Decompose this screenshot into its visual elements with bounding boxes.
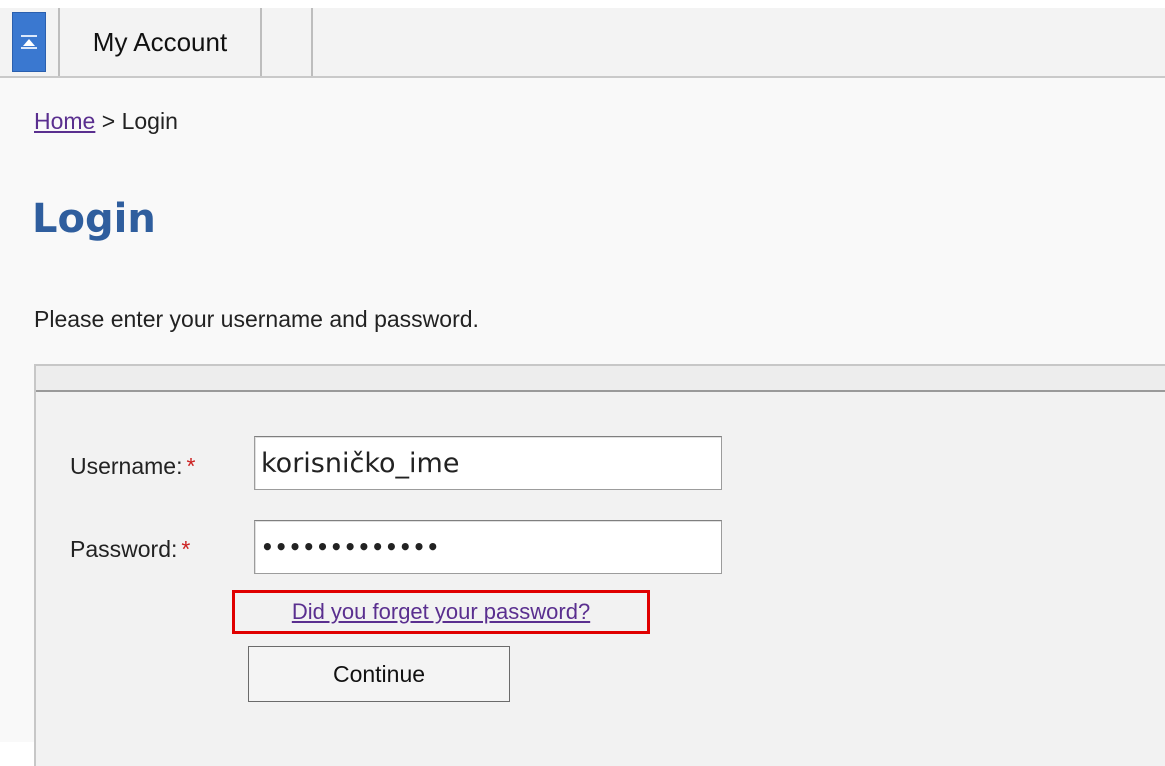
continue-button[interactable]: Continue: [248, 646, 510, 702]
window-icon[interactable]: [12, 12, 46, 72]
required-marker: *: [181, 536, 191, 562]
login-form-panel: Username: * korisničko_ime Password: * •••…: [34, 364, 1165, 766]
tab-my-account[interactable]: My Account: [60, 8, 260, 76]
breadcrumb-separator: >: [101, 108, 116, 134]
breadcrumb-current: Login: [121, 108, 178, 134]
breadcrumb-home-link[interactable]: Home: [34, 108, 95, 134]
username-value: korisničko_ime: [261, 447, 460, 479]
password-label: Password: *: [70, 536, 190, 563]
password-value: •••••••••••••: [261, 535, 441, 559]
forgot-password-link[interactable]: Did you forget your password?: [232, 590, 650, 634]
tab-divider: [260, 8, 262, 76]
password-input[interactable]: •••••••••••••: [254, 520, 722, 574]
breadcrumb: Home > Login: [34, 108, 178, 135]
password-label-text: Password:: [70, 536, 178, 562]
tab-divider: [311, 8, 313, 76]
username-label: Username: *: [70, 453, 195, 480]
window-icon-glyph: [21, 35, 37, 49]
login-instructions: Please enter your username and password.: [34, 306, 479, 332]
page-title: Login: [32, 196, 156, 242]
form-panel-header: [36, 366, 1165, 392]
username-input[interactable]: korisničko_ime: [254, 436, 722, 490]
main-content: Home > Login Login Please enter your use…: [0, 78, 1165, 766]
top-strip: [0, 0, 1165, 8]
username-label-text: Username:: [70, 453, 183, 479]
tab-bar: My Account: [0, 8, 1165, 78]
required-marker: *: [186, 453, 196, 479]
